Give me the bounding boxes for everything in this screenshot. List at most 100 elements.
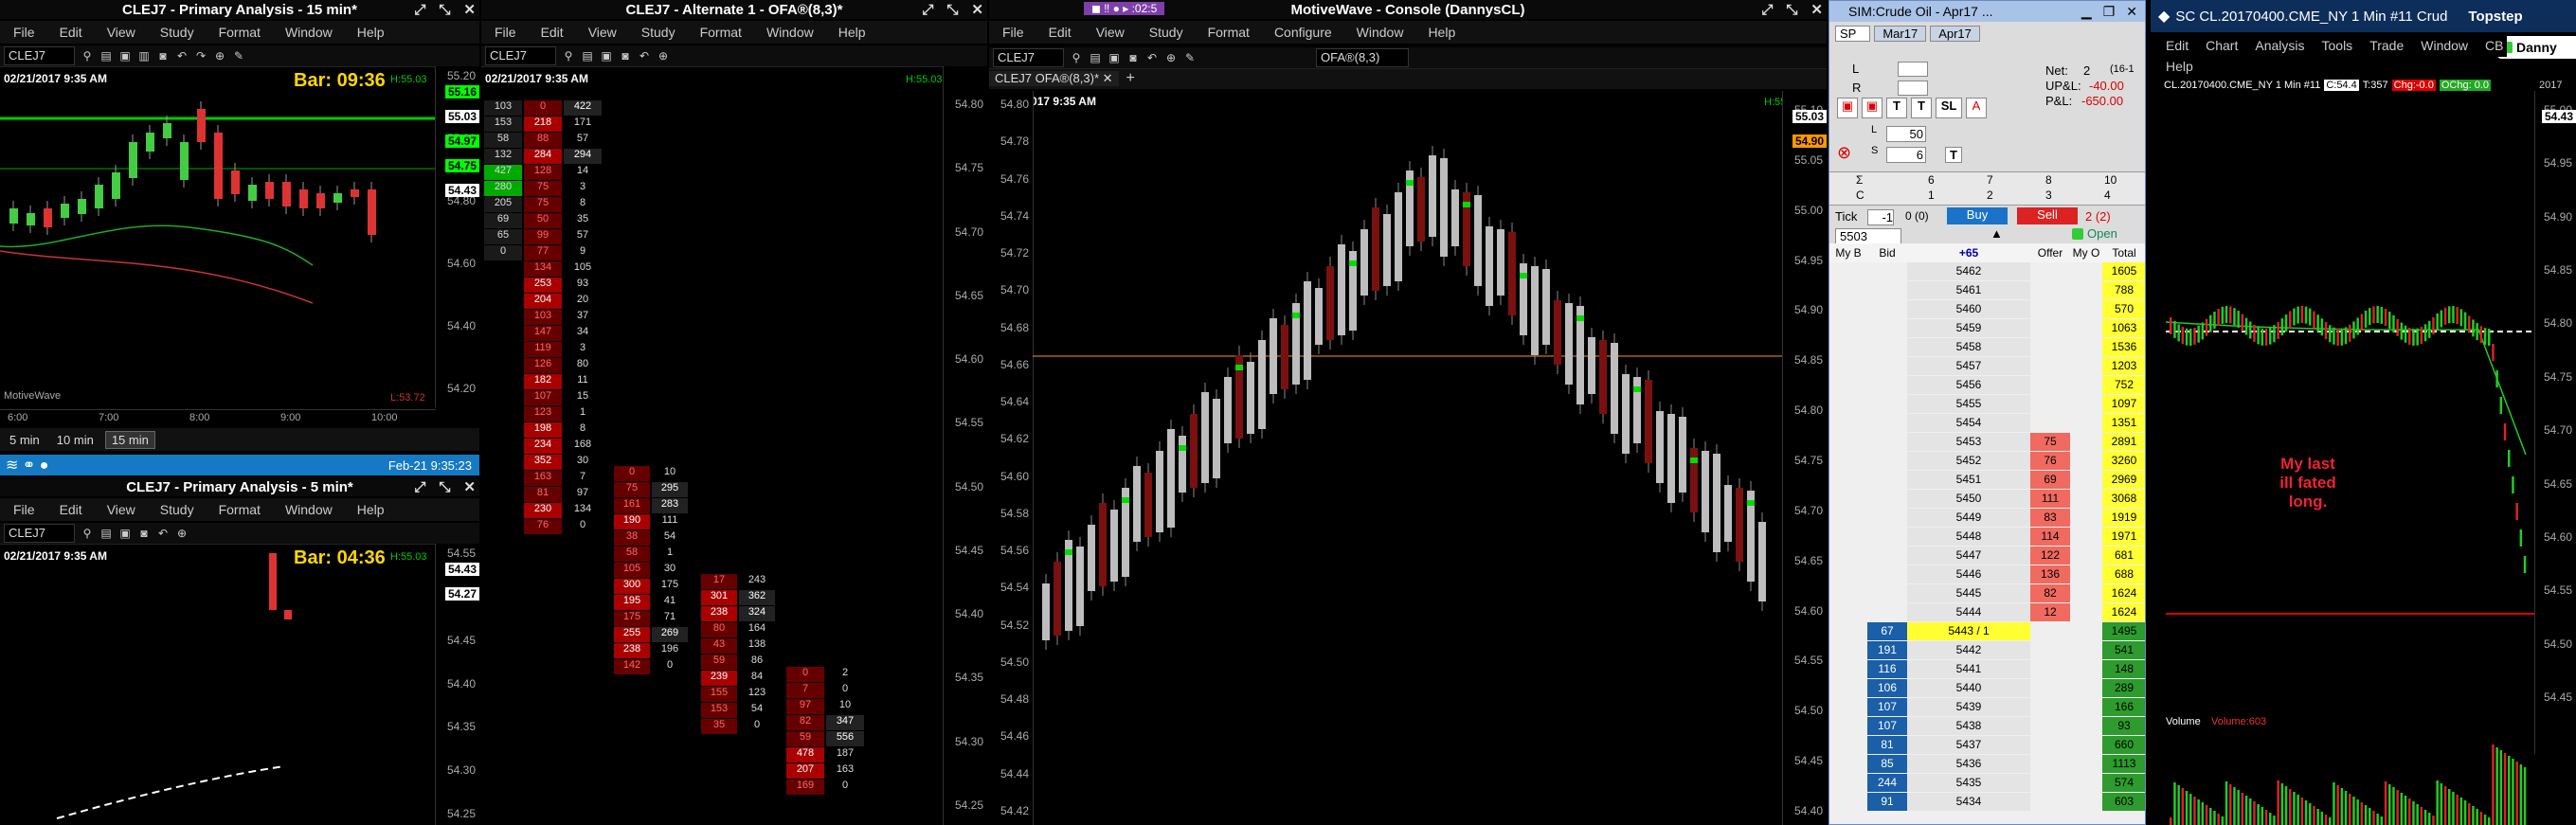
draw-icon[interactable]: ✎ — [1183, 51, 1197, 64]
tick-input[interactable]: -1 — [1867, 209, 1894, 225]
menu-file[interactable]: File — [13, 25, 35, 40]
menu-file[interactable]: File — [1002, 25, 1024, 40]
menu-help[interactable]: Help — [357, 25, 385, 40]
timeframe-button[interactable]: 15 min — [104, 430, 155, 449]
ladder-cell[interactable]: 75 — [2030, 433, 2070, 451]
ladder-cell[interactable] — [1867, 395, 1907, 413]
ladder-cell[interactable] — [1829, 755, 1867, 773]
symbol-select[interactable]: CLEJ7 — [993, 48, 1065, 67]
ladder-cell[interactable] — [2030, 660, 2070, 678]
restore-icon[interactable]: ⤡ — [1786, 2, 1797, 18]
close-icon[interactable]: ✕ — [2126, 4, 2137, 20]
qty-input-6[interactable]: 6 — [1886, 147, 1926, 163]
ladder-header-cell[interactable]: Total — [2102, 246, 2145, 260]
menu-view[interactable]: View — [107, 502, 135, 517]
title-bar[interactable]: CLEJ7 - Primary Analysis - 5 min* ⤢ ⤡ ✕ — [0, 477, 479, 496]
add-tab-button[interactable]: + — [1126, 70, 1135, 87]
search-icon[interactable]: ⚲ — [1070, 51, 1083, 64]
sl-button[interactable]: SL — [1936, 98, 1962, 118]
ladder-cell[interactable] — [2030, 357, 2070, 375]
ladder-header-cell[interactable]: Offer — [2030, 246, 2070, 260]
ladder-header-cell[interactable]: My O — [2070, 246, 2102, 260]
bracket-icon[interactable]: ▣ — [1837, 98, 1858, 118]
title-bar[interactable]: CLEJ7 - Primary Analysis - 15 min* ⤢ ⤡ ✕ — [0, 0, 479, 19]
menu-trade[interactable]: Trade — [2369, 38, 2404, 53]
print-icon[interactable]: ▥ — [137, 49, 151, 63]
close-icon[interactable]: ✕ — [971, 1, 983, 18]
ladder-cell[interactable] — [1867, 262, 1907, 280]
ladder-cell[interactable] — [1829, 584, 1867, 602]
ladder-cell[interactable] — [1867, 471, 1907, 489]
close-tab-icon[interactable]: ✕ — [1103, 71, 1113, 85]
ladder-cell[interactable]: 85 — [1867, 755, 1907, 773]
cancel-icon[interactable]: ⊗ — [1837, 143, 1851, 163]
ladder-cell[interactable] — [2030, 262, 2070, 280]
qty-preset-button[interactable]: 3 — [2045, 188, 2052, 202]
month2-button[interactable]: Apr17 — [1930, 26, 1980, 42]
ladder-cell[interactable] — [2030, 736, 2070, 754]
close-icon[interactable]: ✕ — [463, 1, 476, 18]
ladder-cell[interactable]: 116 — [1867, 660, 1907, 678]
ladder-cell[interactable]: 244 — [1867, 774, 1907, 792]
ladder-cell[interactable] — [2070, 565, 2102, 583]
ladder-cell[interactable] — [1867, 414, 1907, 432]
menu-window[interactable]: Window — [285, 25, 333, 40]
timeframe-button[interactable]: 10 min — [51, 432, 99, 448]
ladder-cell[interactable]: 81 — [1867, 736, 1907, 754]
ladder-cell[interactable] — [1829, 433, 1867, 451]
menu-study[interactable]: Study — [641, 25, 676, 40]
ladder-cell[interactable] — [2070, 584, 2102, 602]
menu-file[interactable]: File — [495, 25, 516, 40]
ladder-row[interactable]: 5460 570 — [1829, 300, 2145, 319]
ladder-cell[interactable]: 122 — [2030, 547, 2070, 565]
restore-icon[interactable]: ⤡ — [439, 2, 450, 18]
ladder-cell[interactable] — [1867, 565, 1907, 583]
auto-icon[interactable]: A — [1966, 98, 1987, 118]
menu-view[interactable]: View — [1096, 25, 1125, 40]
ladder-cell[interactable] — [1867, 357, 1907, 375]
close-icon[interactable]: ✕ — [1810, 1, 1823, 18]
qty-preset-button[interactable]: 10 — [2104, 173, 2117, 187]
help-menu[interactable]: Help — [2166, 59, 2193, 74]
ladder-cell[interactable] — [1829, 565, 1867, 583]
ladder-row[interactable]: 5446 136 688 — [1829, 565, 2145, 584]
ladder-cell[interactable]: 107 — [1867, 698, 1907, 716]
qty-preset-button[interactable]: 4 — [2104, 188, 2111, 202]
qty-preset-button[interactable]: 7 — [1987, 173, 1993, 187]
r-input[interactable] — [1898, 81, 1928, 96]
symbol-select[interactable]: CLEJ7 — [4, 524, 76, 543]
ladder-cell[interactable] — [1829, 395, 1867, 413]
new-icon[interactable]: ▤ — [99, 527, 113, 540]
sell-button[interactable]: Sell — [2017, 207, 2078, 224]
symbol-select[interactable]: CLEJ7 — [4, 46, 76, 65]
ladder-cell[interactable] — [2070, 793, 2102, 811]
ladder-cell[interactable] — [2030, 319, 2070, 337]
restore-icon[interactable]: ⤡ — [439, 479, 450, 495]
ladder-header-cell[interactable]: +65 — [1907, 246, 2030, 260]
undo-icon[interactable]: ↶ — [156, 527, 170, 540]
undo-icon[interactable]: ↶ — [175, 49, 189, 63]
ladder-cell[interactable] — [2070, 471, 2102, 489]
maximize-icon[interactable]: ⤢ — [922, 2, 933, 18]
ladder-cell[interactable] — [1867, 376, 1907, 394]
ladder-cell[interactable] — [1867, 509, 1907, 527]
ladder-cell[interactable] — [2070, 452, 2102, 470]
ladder-row[interactable]: 5444 12 1624 — [1829, 603, 2145, 622]
ladder-cell[interactable] — [2070, 357, 2102, 375]
ladder-cell[interactable] — [2070, 547, 2102, 565]
ladder-cell[interactable] — [2030, 698, 2070, 716]
menu-format[interactable]: Format — [219, 25, 261, 40]
sp-select[interactable]: SP — [1835, 26, 1871, 42]
camera-icon[interactable]: ◙ — [619, 49, 632, 63]
ladder-cell[interactable] — [2030, 679, 2070, 697]
menu-tools[interactable]: Tools — [2322, 38, 2353, 53]
t2-button[interactable]: T — [1911, 98, 1932, 118]
ladder-header-cell[interactable]: My B — [1829, 246, 1867, 260]
camera-icon[interactable]: ◙ — [156, 49, 170, 63]
user-badge[interactable]: Danny — [2497, 36, 2576, 59]
ladder-cell[interactable] — [1867, 338, 1907, 356]
ladder-cell[interactable] — [2070, 262, 2102, 280]
ladder-cell[interactable] — [2070, 319, 2102, 337]
menu-window[interactable]: Window — [285, 502, 333, 517]
price-input[interactable]: 5503 — [1835, 228, 1901, 244]
